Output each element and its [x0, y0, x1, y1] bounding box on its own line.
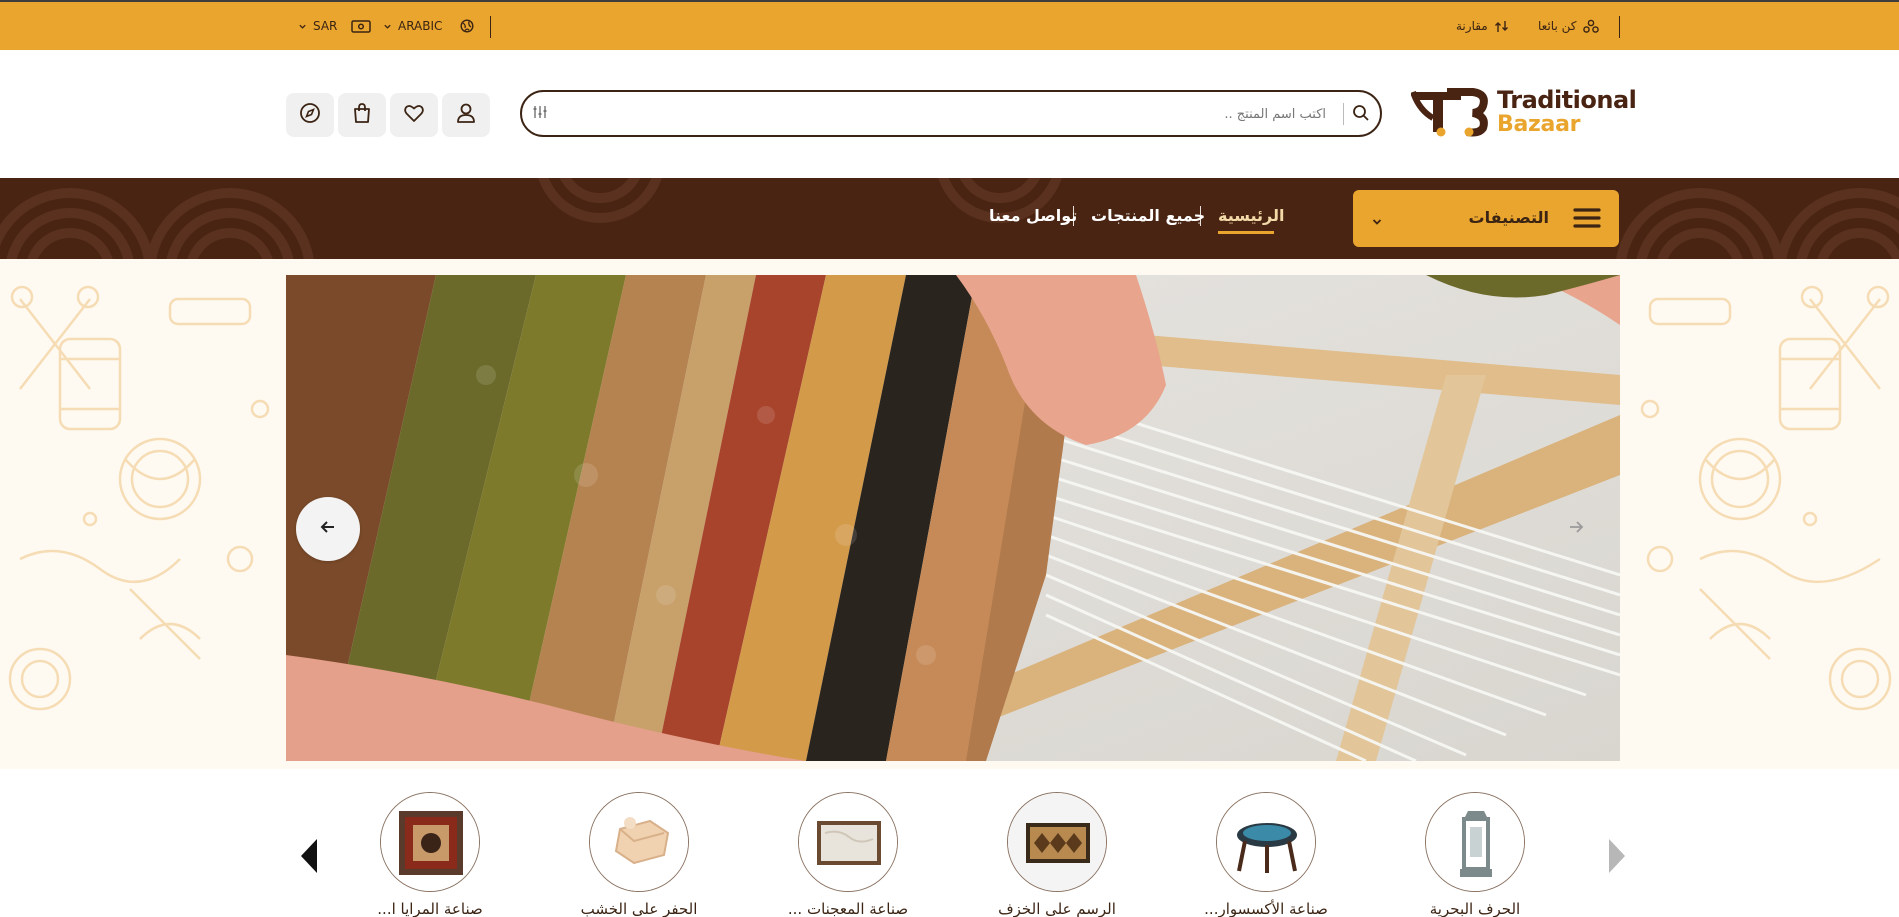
nav-link-contact[interactable]: تواصل معنا [989, 206, 1077, 225]
compass-icon [299, 102, 321, 128]
topbar-divider [1619, 16, 1620, 38]
heart-icon [403, 102, 425, 128]
top-bar: SAR ARABIC مقارنة كن بائعا [0, 0, 1899, 50]
account-button[interactable] [442, 93, 490, 137]
category-image [798, 792, 898, 892]
shop-icon [1582, 19, 1600, 34]
category-name: الحرف البحرية [1429, 900, 1521, 917]
become-seller-link[interactable]: كن بائعا [1538, 2, 1600, 50]
carousel-next-icon[interactable] [1607, 838, 1627, 878]
menu-icon [1573, 206, 1601, 234]
category-item-marine-crafts[interactable]: الحرف البحرية [1395, 792, 1555, 917]
explore-button[interactable] [286, 93, 334, 137]
category-name: الرسم على الخزف [998, 900, 1116, 917]
globe-icon [460, 19, 474, 33]
chevron-down-icon [298, 22, 307, 31]
slider-prev-button[interactable] [296, 497, 360, 561]
compare-icon [1494, 19, 1509, 34]
search-icon[interactable] [1352, 104, 1370, 126]
carousel-prev-icon[interactable] [299, 838, 319, 878]
logo-mark-icon [1410, 86, 1495, 142]
filter-icon[interactable] [532, 104, 548, 124]
category-item-accessories[interactable]: صناعة الأكسسوار... [1186, 792, 1346, 917]
arrow-right-icon [1567, 518, 1585, 540]
category-image [589, 792, 689, 892]
slider-next-button[interactable] [1562, 517, 1590, 541]
logo-line-1: Traditional [1497, 86, 1637, 114]
categories-label: التصنيفات [1468, 208, 1549, 227]
become-seller-label: كن بائعا [1538, 19, 1577, 33]
category-image [1425, 792, 1525, 892]
site-logo[interactable]: Traditional Bazaar [1410, 86, 1637, 142]
topbar-divider [490, 16, 491, 38]
nav-link-home[interactable]: الرئيسية [1218, 206, 1285, 225]
hero-slide-image [286, 275, 1620, 761]
category-item-pastry-making[interactable]: صناعة المعجنات ... [768, 792, 928, 917]
money-icon [351, 19, 372, 33]
categories-dropdown[interactable]: التصنيفات [1353, 190, 1619, 247]
logo-text: Traditional Bazaar [1497, 86, 1637, 137]
main-nav: التصنيفات الرئيسية جميع المنتجات تواصل م… [0, 178, 1899, 259]
shopping-bag-icon [351, 102, 373, 128]
logo-line-2: Bazaar [1497, 112, 1581, 137]
user-icon [455, 102, 477, 128]
category-name: صناعة المرايا ا... [377, 900, 483, 917]
chevron-down-icon [1371, 213, 1383, 232]
wishlist-button[interactable] [390, 93, 438, 137]
arrow-left-icon [319, 518, 337, 540]
language-label: ARABIC [398, 19, 443, 33]
search-divider [1343, 103, 1344, 125]
search-bar [520, 90, 1382, 137]
category-image [380, 792, 480, 892]
category-image [1216, 792, 1316, 892]
language-selector[interactable]: ARABIC [383, 2, 474, 50]
currency-selector[interactable]: SAR [298, 2, 372, 50]
cart-button[interactable] [338, 93, 386, 137]
category-item-mirrors[interactable]: صناعة المرايا ا... [350, 792, 510, 917]
compare-label: مقارنة [1456, 19, 1488, 33]
category-item-ceramic-painting[interactable]: الرسم على الخزف [977, 792, 1137, 917]
category-name: صناعة الأكسسوار... [1204, 900, 1328, 917]
category-image [1007, 792, 1107, 892]
currency-label: SAR [313, 19, 338, 33]
nav-active-indicator [1218, 231, 1274, 234]
category-name: الحفر على الخشب [580, 900, 698, 917]
compare-link[interactable]: مقارنة [1456, 2, 1509, 50]
category-item-wood-carving[interactable]: الحفر على الخشب [559, 792, 719, 917]
category-name: صناعة المعجنات ... [787, 900, 909, 917]
nav-link-all-products[interactable]: جميع المنتجات [1091, 206, 1205, 225]
chevron-down-icon [383, 22, 392, 31]
search-input[interactable] [626, 102, 1326, 126]
